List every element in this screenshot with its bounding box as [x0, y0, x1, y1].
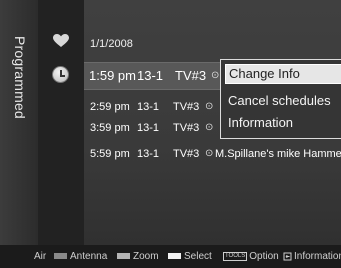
row-channel: 13-1	[137, 68, 164, 83]
row-channel: 13-1	[137, 148, 160, 160]
clock-icon[interactable]	[52, 66, 69, 83]
antenna-swatch-icon	[54, 253, 67, 260]
row-source: TV#3	[175, 68, 207, 83]
menu-item-information[interactable]: Information	[228, 115, 293, 130]
row-time: 3:59 pm	[90, 122, 130, 134]
help-information[interactable]: Information	[283, 245, 341, 268]
row-source: TV#3	[173, 101, 200, 113]
row-channel: 13-1	[137, 122, 160, 134]
zoom-swatch-icon	[117, 253, 130, 260]
record-icon: ⊙	[205, 122, 214, 133]
tools-badge-icon: TOOLS	[223, 251, 248, 261]
category-icon-column	[38, 0, 84, 245]
row-source: TV#3	[173, 122, 200, 134]
record-icon: ⊙	[205, 101, 214, 112]
options-popup-menu: Change Info Cancel schedules Information	[220, 59, 341, 139]
record-icon: ⊙	[211, 70, 220, 81]
menu-item-change-info[interactable]: Change Info	[225, 64, 341, 84]
side-title-strip: Programmed	[0, 0, 38, 245]
row-time: 5:59 pm	[90, 148, 130, 160]
row-time: 1:59 pm	[89, 68, 136, 83]
help-select[interactable]: Select	[168, 245, 212, 268]
select-swatch-icon	[168, 253, 181, 260]
return-icon	[283, 252, 292, 261]
row-channel: 13-1	[137, 101, 160, 113]
row-program-title: M.Spillane's mike Hamme	[215, 148, 341, 160]
schedule-date: 1/1/2008	[90, 38, 133, 50]
row-time: 2:59 pm	[90, 101, 130, 113]
heart-icon[interactable]	[53, 34, 69, 48]
row-source: TV#3	[173, 148, 200, 160]
help-option[interactable]: TOOLS Option	[223, 245, 279, 268]
schedule-row[interactable]: 5:59 pm 13-1 TV#3 ⊙ M.Spillane's mike Ha…	[84, 144, 341, 164]
help-air[interactable]: Air	[34, 245, 46, 268]
record-icon: ⊙	[205, 148, 214, 159]
help-antenna[interactable]: Antenna	[54, 245, 107, 268]
help-zoom[interactable]: Zoom	[117, 245, 159, 268]
menu-item-cancel-schedules[interactable]: Cancel schedules	[228, 93, 331, 108]
help-bar: Air Antenna Zoom Select TOOLS Option Info…	[0, 245, 341, 268]
side-title: Programmed	[12, 36, 28, 119]
schedule-manager-screen: Programmed 1/1/2008 1:59 pm 13-1 TV#3 ⊙ …	[0, 0, 341, 268]
